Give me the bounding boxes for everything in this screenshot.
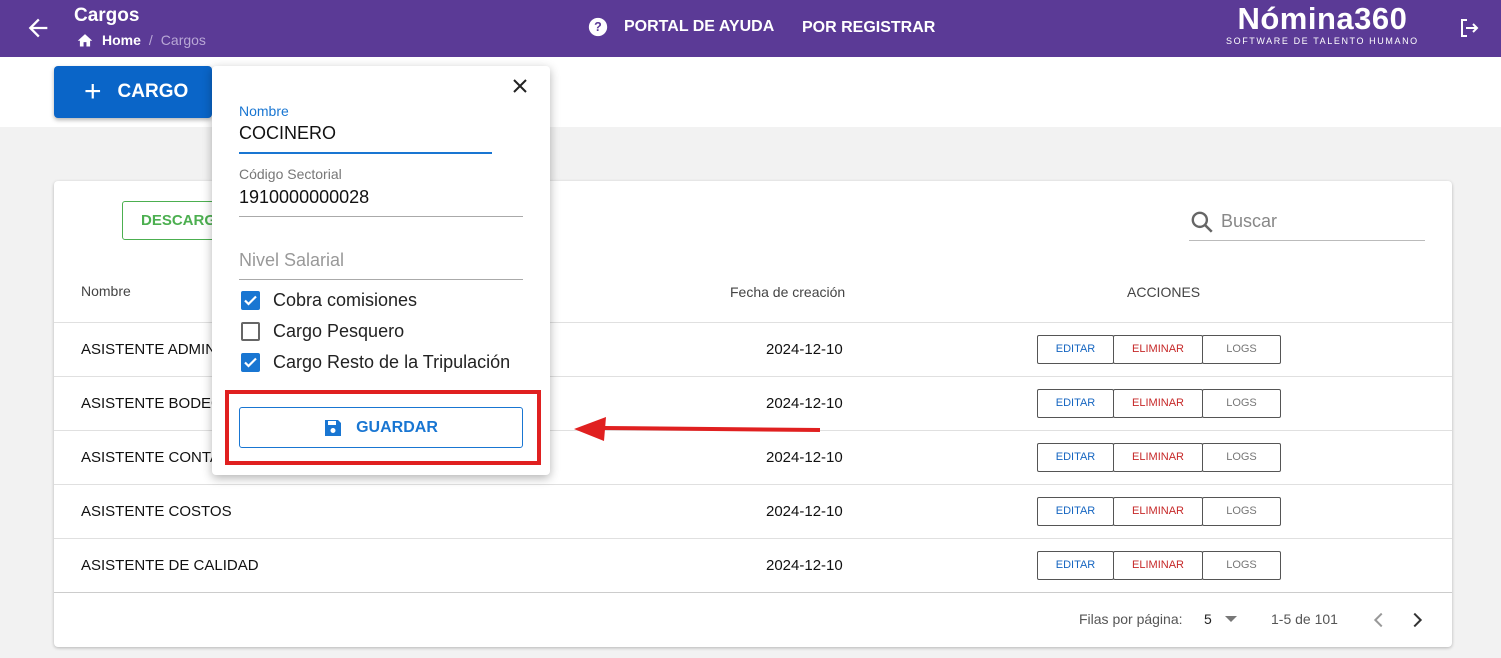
- column-header-actions: ACCIONES: [1127, 284, 1201, 300]
- checkbox-cargo-pesquero[interactable]: Cargo Pesquero: [241, 321, 404, 342]
- chevron-down-icon: [1224, 616, 1237, 622]
- plus-icon: +: [84, 75, 102, 108]
- row-5-name: ASISTENTE DE CALIDAD: [81, 557, 259, 574]
- svg-text:?: ?: [594, 20, 602, 34]
- search-icon: [1191, 211, 1213, 233]
- nav-help-portal[interactable]: ? PORTAL DE AYUDA: [588, 17, 774, 37]
- checkbox-unchecked-icon[interactable]: [241, 322, 260, 341]
- row-divider: [54, 592, 1452, 593]
- brand-logo: Nómina360 SOFTWARE DE TALENTO HUMANO: [1226, 1, 1419, 47]
- code-field[interactable]: 1910000000028: [239, 187, 369, 208]
- row-3-logs-button[interactable]: LOGS: [1202, 443, 1281, 472]
- checkbox-checked-icon[interactable]: [241, 291, 260, 310]
- salary-level-select[interactable]: Nivel Salarial: [239, 250, 344, 271]
- breadcrumb-current: Cargos: [160, 32, 206, 48]
- breadcrumb: Home / Cargos: [76, 32, 206, 48]
- row-4-date: 2024-12-10: [766, 503, 843, 520]
- row-divider: [54, 484, 1452, 485]
- breadcrumb-home[interactable]: Home: [102, 32, 141, 48]
- row-2-date: 2024-12-10: [766, 395, 843, 412]
- home-icon[interactable]: [76, 32, 94, 48]
- row-2-edit-button[interactable]: EDITAR: [1037, 389, 1114, 418]
- checkbox-label: Cobra comisiones: [273, 290, 418, 310]
- row-1-edit-button[interactable]: EDITAR: [1037, 335, 1114, 364]
- row-5-edit-button[interactable]: EDITAR: [1037, 551, 1114, 580]
- row-3-delete-button[interactable]: ELIMINAR: [1113, 443, 1203, 472]
- salary-level-underline: [239, 279, 523, 280]
- row-divider: [54, 538, 1452, 539]
- checkbox-cargo-resto-tripulacion[interactable]: Cargo Resto de la Tripulación: [241, 352, 510, 373]
- row-3-edit-button[interactable]: EDITAR: [1037, 443, 1114, 472]
- code-field-underline: [239, 216, 523, 217]
- rows-per-page-value: 5: [1204, 611, 1212, 627]
- checkbox-label: Cargo Resto de la Tripulación: [273, 352, 511, 372]
- column-header-name[interactable]: Nombre: [81, 283, 131, 299]
- row-3-date: 2024-12-10: [766, 449, 843, 466]
- pagination-range: 1-5 de 101: [1271, 611, 1338, 627]
- chevron-right-icon[interactable]: [1406, 609, 1428, 631]
- name-field-underline: [239, 152, 492, 154]
- search-input[interactable]: [1221, 211, 1411, 232]
- name-field[interactable]: COCINERO: [239, 123, 336, 144]
- rows-per-page-select[interactable]: 5: [1204, 611, 1238, 627]
- row-2-name: ASISTENTE BODEGA: [81, 395, 233, 412]
- rows-per-page-label: Filas por página:: [1079, 611, 1183, 627]
- logout-icon[interactable]: [1457, 16, 1481, 40]
- row-1-delete-button[interactable]: ELIMINAR: [1113, 335, 1203, 364]
- row-1-name: ASISTENTE ADMINIS: [81, 341, 231, 358]
- page-title: Cargos: [74, 5, 140, 26]
- row-2-logs-button[interactable]: LOGS: [1202, 389, 1281, 418]
- brand-name: Nómina360: [1237, 1, 1408, 36]
- add-cargo-label: CARGO: [117, 81, 189, 102]
- row-5-logs-button[interactable]: LOGS: [1202, 551, 1281, 580]
- annotation-arrow-icon: [574, 417, 821, 441]
- name-field-label: Nombre: [239, 103, 289, 119]
- column-header-date[interactable]: Fecha de creación: [730, 284, 845, 300]
- breadcrumb-separator: /: [148, 32, 153, 48]
- row-2-delete-button[interactable]: ELIMINAR: [1113, 389, 1203, 418]
- help-icon: ?: [588, 17, 608, 37]
- chevron-left-icon[interactable]: [1368, 609, 1390, 631]
- back-arrow-icon[interactable]: [24, 14, 52, 42]
- code-field-label: Código Sectorial: [239, 166, 342, 182]
- checkbox-label: Cargo Pesquero: [273, 321, 405, 341]
- row-1-date: 2024-12-10: [766, 341, 843, 358]
- row-4-logs-button[interactable]: LOGS: [1202, 497, 1281, 526]
- annotation-highlight-box: [225, 390, 541, 465]
- row-3-name: ASISTENTE CONTAB: [81, 449, 230, 466]
- row-4-name: ASISTENTE COSTOS: [81, 503, 232, 520]
- checkbox-cobra-comisiones[interactable]: Cobra comisiones: [241, 290, 417, 311]
- nav-help-label: PORTAL DE AYUDA: [624, 18, 775, 35]
- row-1-logs-button[interactable]: LOGS: [1202, 335, 1281, 364]
- brand-tagline: SOFTWARE DE TALENTO HUMANO: [1226, 36, 1419, 46]
- close-icon[interactable]: [510, 76, 530, 96]
- app-header: Cargos Home / Cargos ? PORTAL DE AYUDA P…: [0, 0, 1501, 57]
- checkbox-checked-icon[interactable]: [241, 353, 260, 372]
- search-field[interactable]: [1189, 203, 1425, 241]
- nav-por-registrar[interactable]: POR REGISTRAR: [802, 19, 935, 37]
- row-4-delete-button[interactable]: ELIMINAR: [1113, 497, 1203, 526]
- row-5-date: 2024-12-10: [766, 557, 843, 574]
- add-cargo-button[interactable]: + CARGO: [54, 66, 212, 118]
- row-4-edit-button[interactable]: EDITAR: [1037, 497, 1114, 526]
- row-5-delete-button[interactable]: ELIMINAR: [1113, 551, 1203, 580]
